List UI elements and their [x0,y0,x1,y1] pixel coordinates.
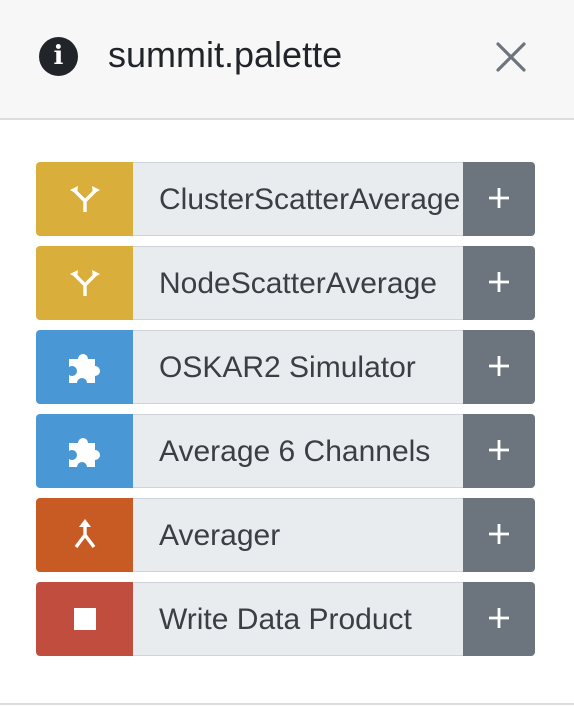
palette-panel: i summit.palette ClusterScatterAverage N… [0,0,574,706]
palette-item[interactable]: Average 6 Channels [36,414,535,488]
add-component-button[interactable] [463,414,535,488]
palette-item-label-box[interactable]: Average 6 Channels [133,414,464,488]
close-button[interactable] [490,36,532,78]
plus-icon [489,524,509,544]
add-component-button[interactable] [463,498,535,572]
palette-item-label: Write Data Product [159,603,412,636]
puzzle-icon [69,437,100,467]
palette-item-label: NodeScatterAverage [159,267,437,300]
plus-icon [489,272,509,292]
plus-icon [489,440,509,460]
palette-item-label-box[interactable]: NodeScatterAverage [133,246,464,320]
palette-item[interactable]: ClusterScatterAverage [36,162,535,236]
palette-item-icon [36,162,134,236]
palette-item-icon [36,246,134,320]
fork-icon [70,186,100,212]
palette-item[interactable]: NodeScatterAverage [36,246,535,320]
plus-icon [489,356,509,376]
fork-icon [70,270,100,296]
add-component-button[interactable] [463,162,535,236]
palette-item-label-box[interactable]: OSKAR2 Simulator [133,330,464,404]
palette-item-label: ClusterScatterAverage [159,183,461,216]
palette-item-label: Averager [159,519,281,552]
palette-item-label: Average 6 Channels [159,435,431,468]
add-component-button[interactable] [463,582,535,656]
palette-item[interactable]: OSKAR2 Simulator [36,330,535,404]
palette-title: summit.palette [108,34,343,75]
puzzle-icon [69,353,100,383]
palette-item-icon [36,414,134,488]
palette-item-label-box[interactable]: Write Data Product [133,582,464,656]
palette-item-label-box[interactable]: ClusterScatterAverage [133,162,464,236]
palette-item-label-box[interactable]: Averager [133,498,464,572]
plus-icon [489,188,509,208]
add-component-button[interactable] [463,330,535,404]
merge-icon [74,519,96,549]
panel-bottom-divider [0,703,574,705]
add-component-button[interactable] [463,246,535,320]
palette-item[interactable]: Averager [36,498,535,572]
palette-item-icon [36,498,134,572]
palette-item-label: OSKAR2 Simulator [159,351,416,384]
palette-list: ClusterScatterAverage NodeScatterAverage [36,162,535,666]
palette-item-icon [36,582,134,656]
palette-header: i summit.palette [0,0,574,120]
stop-square-icon [74,608,96,630]
palette-item-icon [36,330,134,404]
palette-item[interactable]: Write Data Product [36,582,535,656]
plus-icon [489,608,509,628]
close-icon [496,42,526,72]
info-circle-icon[interactable]: i [39,37,78,76]
